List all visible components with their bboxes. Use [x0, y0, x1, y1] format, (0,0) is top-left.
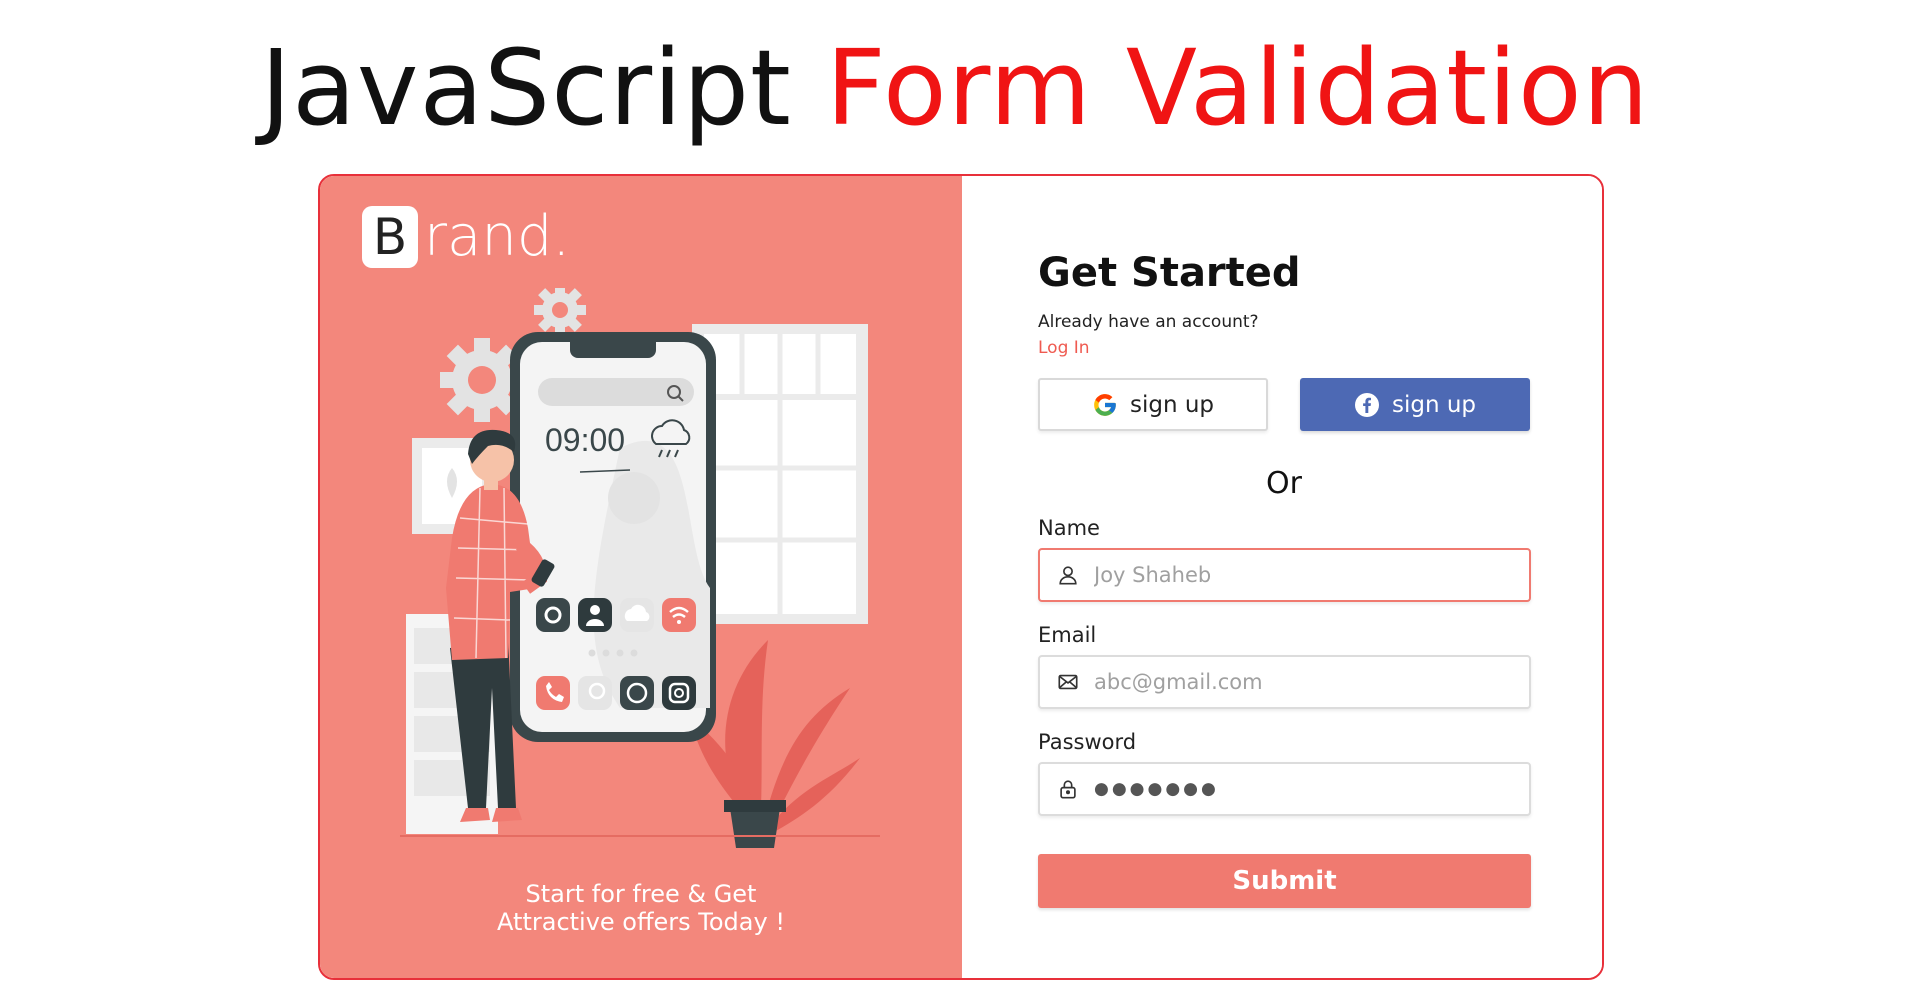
email-input[interactable] — [1094, 670, 1529, 694]
or-divider: Or — [1266, 466, 1302, 501]
already-account-text: Already have an account? — [1038, 312, 1259, 332]
name-label: Name — [1038, 516, 1100, 540]
headline-part-1: JavaScript — [260, 27, 792, 149]
google-icon — [1092, 392, 1118, 418]
form-title: Get Started — [1038, 250, 1301, 296]
user-icon — [1056, 563, 1080, 587]
promo-line-2: Attractive offers Today ! — [497, 908, 785, 936]
email-field[interactable] — [1038, 655, 1531, 709]
phone-clock: 09:00 — [545, 422, 625, 458]
promo-line-1: Start for free & Get — [525, 880, 757, 908]
password-label: Password — [1038, 730, 1137, 754]
name-input[interactable] — [1094, 563, 1529, 587]
signup-card: B rand. 09:00 Start for free & Get Attra… — [318, 174, 1604, 980]
promo-text: Start for free & Get Attractive offers T… — [320, 880, 962, 936]
facebook-signup-button[interactable]: sign up — [1300, 378, 1530, 431]
brand-logo-letter: B — [362, 205, 418, 268]
phone-illustration: 09:00 — [400, 288, 880, 848]
headline-part-2: Form Validation — [825, 27, 1650, 149]
facebook-signup-label: sign up — [1391, 391, 1477, 418]
password-field[interactable]: ●●●●●●● — [1038, 762, 1531, 816]
facebook-icon — [1354, 392, 1380, 418]
email-label: Email — [1038, 623, 1097, 647]
google-signup-label: sign up — [1129, 391, 1215, 418]
submit-button[interactable]: Submit — [1038, 854, 1531, 908]
brand-logo-text: rand. — [424, 204, 571, 269]
brand-logo: B rand. — [362, 204, 570, 269]
brand-panel: B rand. 09:00 Start for free & Get Attra… — [320, 176, 962, 978]
google-signup-button[interactable]: sign up — [1038, 378, 1268, 431]
name-field[interactable] — [1038, 548, 1531, 602]
signup-form-panel: Get Started Already have an account? Log… — [962, 176, 1602, 978]
mail-icon — [1056, 670, 1080, 694]
password-input[interactable]: ●●●●●●● — [1094, 779, 1219, 799]
page-headline: JavaScript Form Validation — [0, 26, 1910, 151]
lock-icon — [1056, 777, 1080, 801]
login-link[interactable]: Log In — [1038, 338, 1090, 358]
